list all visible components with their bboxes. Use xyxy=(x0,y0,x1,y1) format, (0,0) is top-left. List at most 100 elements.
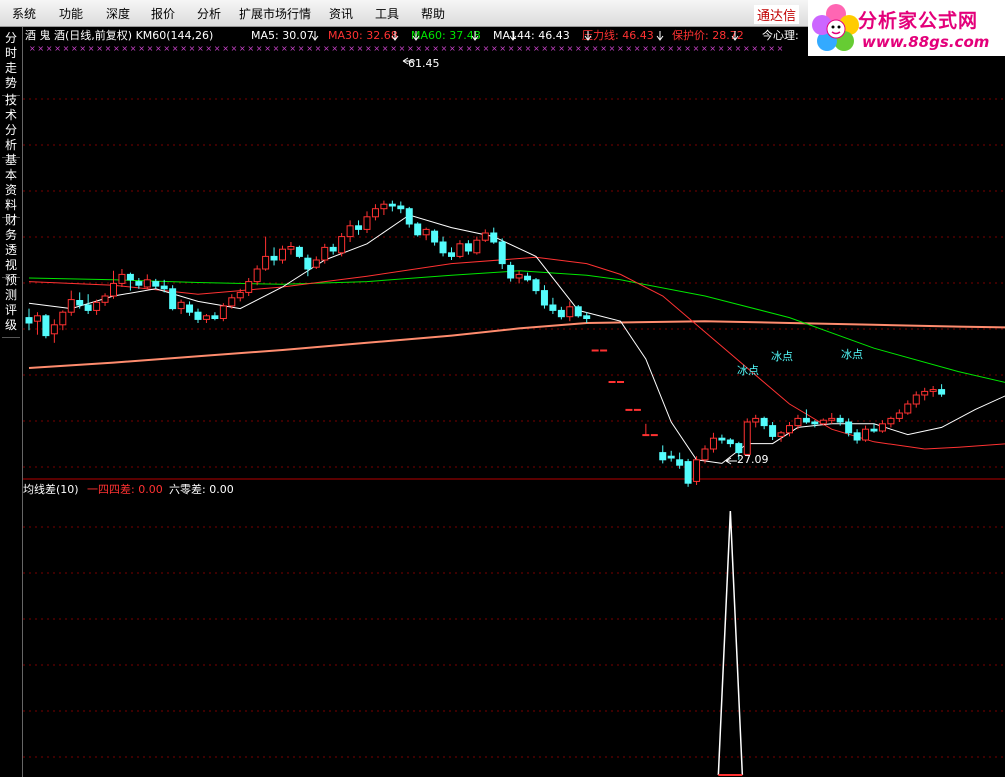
candle-body xyxy=(67,299,75,313)
signal-marker: × xyxy=(441,44,448,53)
candle-body xyxy=(608,381,616,383)
signal-marker: × xyxy=(37,44,44,53)
signal-marker: × xyxy=(558,44,565,53)
menu-function[interactable]: 功能 xyxy=(59,5,83,22)
candle-body xyxy=(448,252,455,257)
candle-body xyxy=(625,408,633,411)
candle-body xyxy=(684,461,692,484)
menu-tools[interactable]: 工具 xyxy=(375,5,399,22)
signal-marker: × xyxy=(777,44,784,53)
candle-body xyxy=(878,423,886,432)
signal-marker: × xyxy=(659,44,666,53)
candle-body xyxy=(862,428,870,441)
signal-marker: × xyxy=(71,44,78,53)
candle-down xyxy=(802,409,810,424)
candle-body xyxy=(363,216,371,230)
candle-up xyxy=(515,270,523,284)
signal-marker: × xyxy=(491,44,498,53)
side-tab-financial[interactable]: 财务透视 xyxy=(2,213,20,278)
pressure-line-value: 压力线: 46.43 xyxy=(582,28,654,42)
candle-body xyxy=(709,437,717,450)
side-tab-forecast[interactable]: 预测评级 xyxy=(2,273,20,338)
sub-indicator-title: 均线差(10) xyxy=(23,482,79,496)
candle-down xyxy=(169,285,177,311)
side-tab-technical[interactable]: 技术分析 xyxy=(2,93,20,158)
signal-marker: × xyxy=(743,44,750,53)
menu-analysis[interactable]: 分析 xyxy=(197,5,221,22)
candle-body xyxy=(84,304,92,311)
candle-down xyxy=(42,314,50,339)
candle-up xyxy=(219,303,227,322)
ma60-line xyxy=(28,270,1005,383)
menu-help[interactable]: 帮助 xyxy=(421,5,445,22)
menu-quote[interactable]: 报价 xyxy=(151,5,175,22)
candle-body xyxy=(498,241,506,265)
menu-extended-market[interactable]: 扩展市场行情 xyxy=(239,5,311,22)
candle-body xyxy=(50,324,58,335)
candle-body xyxy=(304,257,312,270)
candle-body xyxy=(219,305,227,319)
signal-marker: × xyxy=(315,44,322,53)
candle-body xyxy=(312,259,320,268)
signal-marker: × xyxy=(348,44,355,53)
candle-down xyxy=(760,416,768,430)
candle-up xyxy=(650,434,658,437)
signal-marker: × xyxy=(247,44,254,53)
menu-news[interactable]: 资讯 xyxy=(329,5,353,22)
signal-marker: × xyxy=(760,44,767,53)
candle-body xyxy=(371,208,379,218)
menu-system[interactable]: 系统 xyxy=(12,5,36,22)
menu-depth[interactable]: 深度 xyxy=(106,5,130,22)
signal-marker: × xyxy=(466,44,473,53)
candle-down xyxy=(405,206,413,228)
signal-marker: × xyxy=(399,44,406,53)
candle-body xyxy=(245,281,253,293)
protect-price-value: 保护价: 28.72 xyxy=(672,28,744,42)
signal-marker: × xyxy=(751,44,758,53)
ma30-value: MA30: 32.68 xyxy=(328,29,398,42)
signal-marker: × xyxy=(617,44,624,53)
signal-marker: × xyxy=(415,44,422,53)
candle-body xyxy=(828,417,836,421)
signal-marker: × xyxy=(239,44,246,53)
signal-marker: × xyxy=(373,44,380,53)
side-tab-intraday[interactable]: 分时走势 xyxy=(2,31,20,96)
candle-up xyxy=(904,400,912,415)
tongdaxin-label[interactable]: 通达信 xyxy=(754,5,800,24)
low-price-label: 27.09 xyxy=(737,453,769,466)
signal-marker: × xyxy=(592,44,599,53)
candle-body xyxy=(473,239,481,254)
candle-body xyxy=(295,246,303,257)
candle-down xyxy=(667,450,675,462)
kline-chart[interactable]: 酒 鬼 酒(日线,前复权) KM60(144,26) MA5: 30.07 MA… xyxy=(23,27,1005,777)
signal-marker: × xyxy=(550,44,557,53)
signal-marker: × xyxy=(457,44,464,53)
ma60-value: MA60: 37.48 xyxy=(411,29,481,42)
side-tab-basic-info[interactable]: 基本资料 xyxy=(2,153,20,218)
signal-marker: × xyxy=(382,44,389,53)
signal-marker: × xyxy=(189,44,196,53)
candle-up xyxy=(921,387,929,401)
ma5-value: MA5: 30.07 xyxy=(251,29,314,42)
signal-marker: × xyxy=(54,44,61,53)
candle-body xyxy=(388,203,396,207)
candle-down xyxy=(464,240,472,255)
candle-body xyxy=(490,232,498,243)
signal-marker: × xyxy=(155,44,162,53)
candle-body xyxy=(42,315,50,337)
candle-down xyxy=(76,292,84,309)
candle-up xyxy=(481,229,489,242)
signal-marker: × xyxy=(113,44,120,53)
candle-body xyxy=(456,243,464,257)
candle-body xyxy=(507,264,515,279)
candle-body xyxy=(574,306,582,317)
signal-marker: × xyxy=(575,44,582,53)
candle-up xyxy=(828,413,836,424)
candle-up xyxy=(50,319,58,343)
signal-marker: × xyxy=(130,44,137,53)
candle-body xyxy=(743,421,751,455)
candle-body xyxy=(540,290,548,306)
candle-body xyxy=(186,304,194,313)
signal-marker: × xyxy=(651,44,658,53)
candle-down xyxy=(870,423,878,433)
